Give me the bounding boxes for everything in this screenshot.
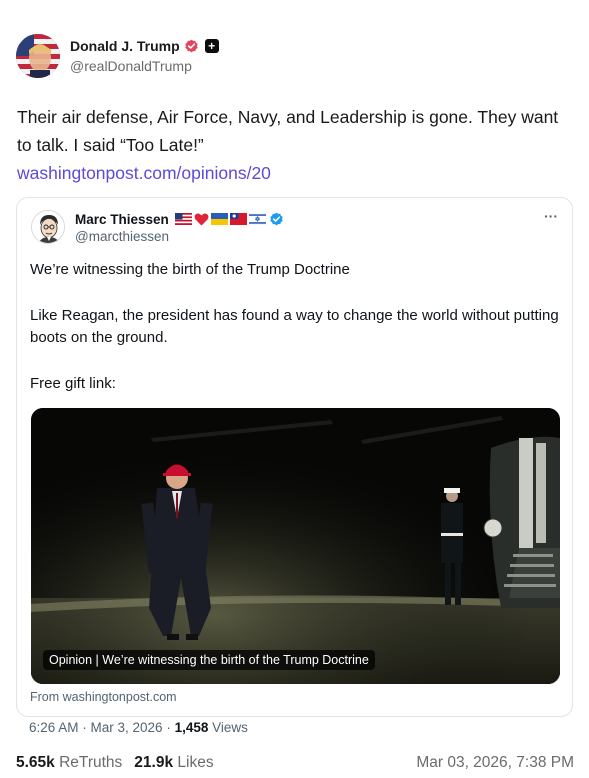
quote-paragraph-3: Free gift link: — [30, 375, 116, 392]
article-preview-image[interactable]: Opinion | We’re witnessing the birth of … — [31, 408, 560, 684]
avatar[interactable] — [16, 34, 60, 78]
post-text: Their air defense, Air Force, Navy, and … — [17, 107, 559, 155]
post-header: Donald J. Trump + @realDonaldTrump — [16, 34, 219, 78]
retruths-label: ReTruths — [59, 754, 123, 771]
likes-stat[interactable]: 21.9k Likes — [134, 754, 213, 772]
more-options-icon[interactable]: ··· — [544, 208, 558, 224]
views-label: Views — [208, 720, 248, 735]
media-caption: Opinion | We’re witnessing the birth of … — [43, 650, 375, 670]
author-block: Donald J. Trump + @realDonaldTrump — [70, 35, 219, 74]
plus-badge-icon: + — [204, 39, 219, 53]
quoted-post-card[interactable]: Marc Thiessen @marcthiessen ··· We’re wi… — [16, 197, 573, 717]
israel-flag-icon — [248, 213, 266, 225]
quote-emoji-row — [174, 212, 266, 226]
quote-paragraph-1: We’re witnessing the birth of the Trump … — [30, 261, 350, 278]
x-verified-icon — [270, 212, 283, 225]
ukraine-flag-icon — [210, 213, 228, 225]
likes-count: 21.9k — [134, 754, 174, 771]
views-count: 1,458 — [174, 720, 209, 735]
quote-timestamp[interactable]: 6:26 AM · Mar 3, 2026 · — [29, 720, 175, 735]
quote-avatar[interactable] — [31, 210, 65, 244]
post-link[interactable]: washingtonpost.com/opinions/20 — [17, 159, 271, 187]
article-photo — [31, 408, 560, 684]
quote-name-row: Marc Thiessen — [75, 210, 284, 228]
retruths-stat[interactable]: 5.65k ReTruths — [16, 754, 122, 772]
quote-author-name[interactable]: Marc Thiessen — [75, 212, 169, 227]
quote-timestamp-row: 6:26 AM · Mar 3, 2026 · 1,458 Views — [29, 720, 248, 735]
engagement-stats: 5.65k ReTruths 21.9k Likes — [16, 754, 214, 772]
quote-paragraph-2: Like Reagan, the president has found a w… — [30, 307, 559, 346]
taiwan-flag-icon — [229, 213, 247, 225]
avatar-image — [16, 34, 60, 78]
post-date[interactable]: Mar 03, 2026, 7:38 PM — [416, 754, 574, 772]
us-flag-icon — [174, 213, 192, 225]
quote-avatar-image — [32, 211, 64, 243]
author-row: Donald J. Trump + — [70, 35, 219, 57]
verified-badge-icon — [185, 39, 198, 52]
quote-author-handle[interactable]: @marcthiessen — [75, 229, 169, 244]
likes-label: Likes — [177, 754, 214, 771]
retruths-count: 5.65k — [16, 754, 55, 771]
link-source[interactable]: From washingtonpost.com — [30, 690, 177, 704]
red-heart-icon — [194, 212, 209, 225]
author-name[interactable]: Donald J. Trump — [70, 38, 180, 54]
author-handle[interactable]: @realDonaldTrump — [70, 58, 219, 74]
